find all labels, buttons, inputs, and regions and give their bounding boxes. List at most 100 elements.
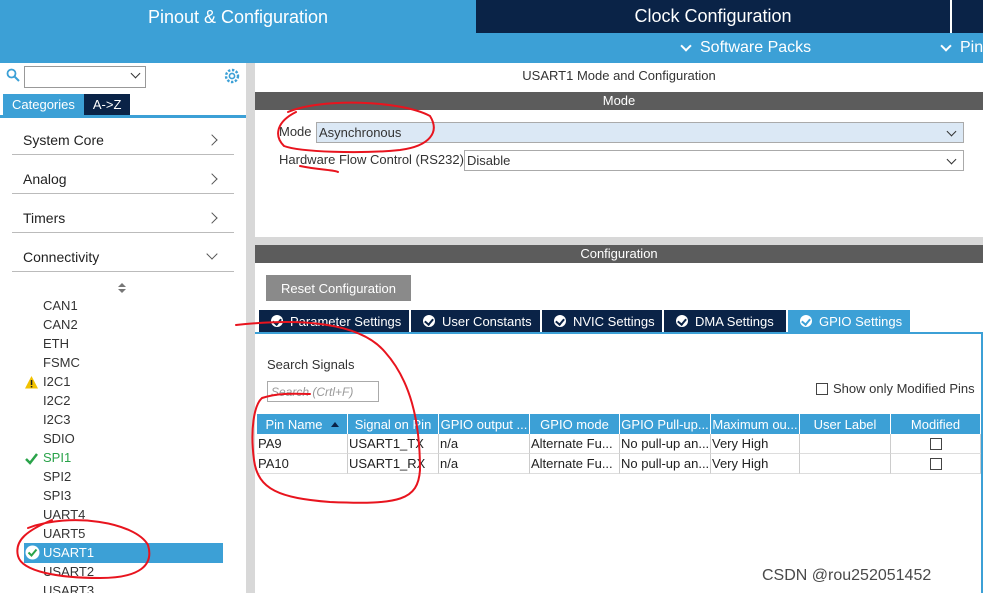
table-cell-modified[interactable] [891, 434, 981, 454]
check-circle-icon [271, 315, 283, 327]
table-cell[interactable] [800, 454, 891, 474]
table-cell[interactable]: USART1_TX [348, 434, 439, 454]
pinout-menu-label: Pin [960, 39, 983, 56]
chevron-down-icon [206, 248, 218, 260]
peripheral-search-combo[interactable] [24, 66, 146, 88]
tab-pinout-configuration[interactable]: Pinout & Configuration [0, 0, 476, 35]
table-cell[interactable]: PA9 [257, 434, 348, 454]
category-label: System Core [23, 131, 104, 148]
chevron-right-icon [206, 134, 218, 146]
table-cell[interactable]: Alternate Fu... [530, 454, 620, 474]
mode-label: Mode [279, 124, 312, 139]
category-system-core[interactable]: System Core [12, 125, 234, 155]
category-label: Connectivity [23, 248, 100, 265]
check-icon [25, 453, 38, 465]
chevron-down-icon [946, 126, 957, 137]
search-icon[interactable] [6, 68, 20, 82]
tab-a-to-z[interactable]: A->Z [83, 94, 131, 115]
hardware-flow-control-select[interactable]: Disable [464, 150, 964, 171]
reset-configuration-button[interactable]: Reset Configuration [266, 275, 411, 301]
table-cell[interactable]: Alternate Fu... [530, 434, 620, 454]
tab-user-constants[interactable]: User Constants [411, 310, 540, 332]
tab-tools[interactable] [952, 0, 983, 33]
gear-icon[interactable] [222, 66, 242, 86]
chevron-down-icon [130, 68, 141, 79]
tab-clock-configuration[interactable]: Clock Configuration [476, 0, 950, 33]
col-signal-on-pin[interactable]: Signal on Pin [348, 414, 439, 434]
col-gpio-mode[interactable]: GPIO mode [530, 414, 620, 434]
peripheral-i2c2[interactable]: I2C2 [43, 391, 70, 410]
peripheral-i2c3[interactable]: I2C3 [43, 410, 70, 429]
tab-label: User Constants [442, 313, 532, 329]
search-signals-input[interactable]: Search (Crtl+F) [267, 381, 379, 402]
tab-label: Parameter Settings [290, 313, 402, 329]
peripheral-fsmc[interactable]: FSMC [43, 353, 80, 372]
sort-ascending-icon [330, 421, 339, 427]
configuration-section-header: Configuration [255, 245, 983, 263]
category-connectivity[interactable]: Connectivity [12, 242, 234, 272]
col-modified[interactable]: Modified [891, 414, 981, 434]
table-cell[interactable]: Very High [711, 434, 800, 454]
category-label: Analog [23, 170, 67, 187]
watermark: CSDN @rou252051452 [762, 567, 932, 584]
peripheral-spi2[interactable]: SPI2 [43, 467, 71, 486]
show-modified-label: Show only Modified Pins [833, 381, 975, 396]
table-cell-modified[interactable] [891, 454, 981, 474]
modified-checkbox[interactable] [930, 437, 942, 450]
tab-label: NVIC Settings [573, 313, 655, 329]
category-label: Timers [23, 209, 66, 226]
peripheral-usart2[interactable]: USART2 [43, 562, 94, 581]
pinout-menu[interactable]: Pin [940, 33, 983, 63]
col-gpio-pull-up[interactable]: GPIO Pull-up... [620, 414, 711, 434]
peripheral-eth[interactable]: ETH [43, 334, 69, 353]
table-cell[interactable]: USART1_RX [348, 454, 439, 474]
table-cell[interactable]: Very High [711, 454, 800, 474]
category-timers[interactable]: Timers [12, 203, 234, 233]
show-modified-checkbox[interactable] [816, 382, 828, 395]
peripheral-spi3[interactable]: SPI3 [43, 486, 71, 505]
col-gpio-output-level[interactable]: GPIO output ... [439, 414, 530, 434]
panel-splitter[interactable] [246, 63, 255, 593]
peripheral-usart1[interactable]: USART1 [43, 543, 94, 562]
tab-gpio-settings[interactable]: GPIO Settings [788, 310, 910, 332]
col-user-label[interactable]: User Label [800, 414, 891, 434]
peripheral-spi1[interactable]: SPI1 [43, 448, 71, 467]
peripheral-i2c1[interactable]: I2C1 [43, 372, 70, 391]
peripheral-sdio[interactable]: SDIO [43, 429, 75, 448]
tab-parameter-settings[interactable]: Parameter Settings [259, 310, 409, 332]
software-packs-menu[interactable]: Software Packs [680, 33, 811, 63]
col-pin-name[interactable]: Pin Name [257, 414, 348, 434]
table-cell[interactable] [800, 434, 891, 454]
category-analog[interactable]: Analog [12, 164, 234, 194]
tab-dma-settings[interactable]: DMA Settings [664, 310, 786, 332]
peripheral-can1[interactable]: CAN1 [43, 296, 78, 315]
modified-checkbox[interactable] [930, 457, 942, 470]
col-maximum-output-speed[interactable]: Maximum ou... [711, 414, 800, 434]
table-cell[interactable]: No pull-up an... [620, 434, 711, 454]
tab-label: GPIO Settings [819, 313, 903, 329]
category-tabs-underline [0, 115, 246, 118]
table-cell[interactable]: n/a [439, 454, 530, 474]
check-circle-icon [25, 545, 40, 560]
check-circle-icon [676, 315, 688, 327]
check-circle-icon [423, 315, 435, 327]
chevron-right-icon [206, 212, 218, 224]
left-panel: Categories A->Z System Core Analog Timer… [0, 63, 246, 593]
mode-select[interactable]: Asynchronous [316, 122, 964, 143]
show-only-modified-pins[interactable]: Show only Modified Pins [816, 381, 975, 396]
peripheral-uart4[interactable]: UART4 [43, 505, 85, 524]
tab-nvic-settings[interactable]: NVIC Settings [542, 310, 662, 332]
tab-label: DMA Settings [695, 313, 774, 329]
tab-categories[interactable]: Categories [3, 94, 84, 115]
sort-up-icon[interactable] [118, 283, 126, 287]
check-circle-icon [800, 315, 812, 327]
configuration-panel: Configuration Reset Configuration Parame… [255, 245, 983, 593]
table-cell[interactable]: n/a [439, 434, 530, 454]
mode-select-value: Asynchronous [319, 125, 402, 140]
table-cell[interactable]: PA10 [257, 454, 348, 474]
sort-down-icon[interactable] [118, 289, 126, 293]
table-cell[interactable]: No pull-up an... [620, 454, 711, 474]
peripheral-can2[interactable]: CAN2 [43, 315, 78, 334]
peripheral-uart5[interactable]: UART5 [43, 524, 85, 543]
peripheral-usart3[interactable]: USART3 [43, 581, 94, 593]
